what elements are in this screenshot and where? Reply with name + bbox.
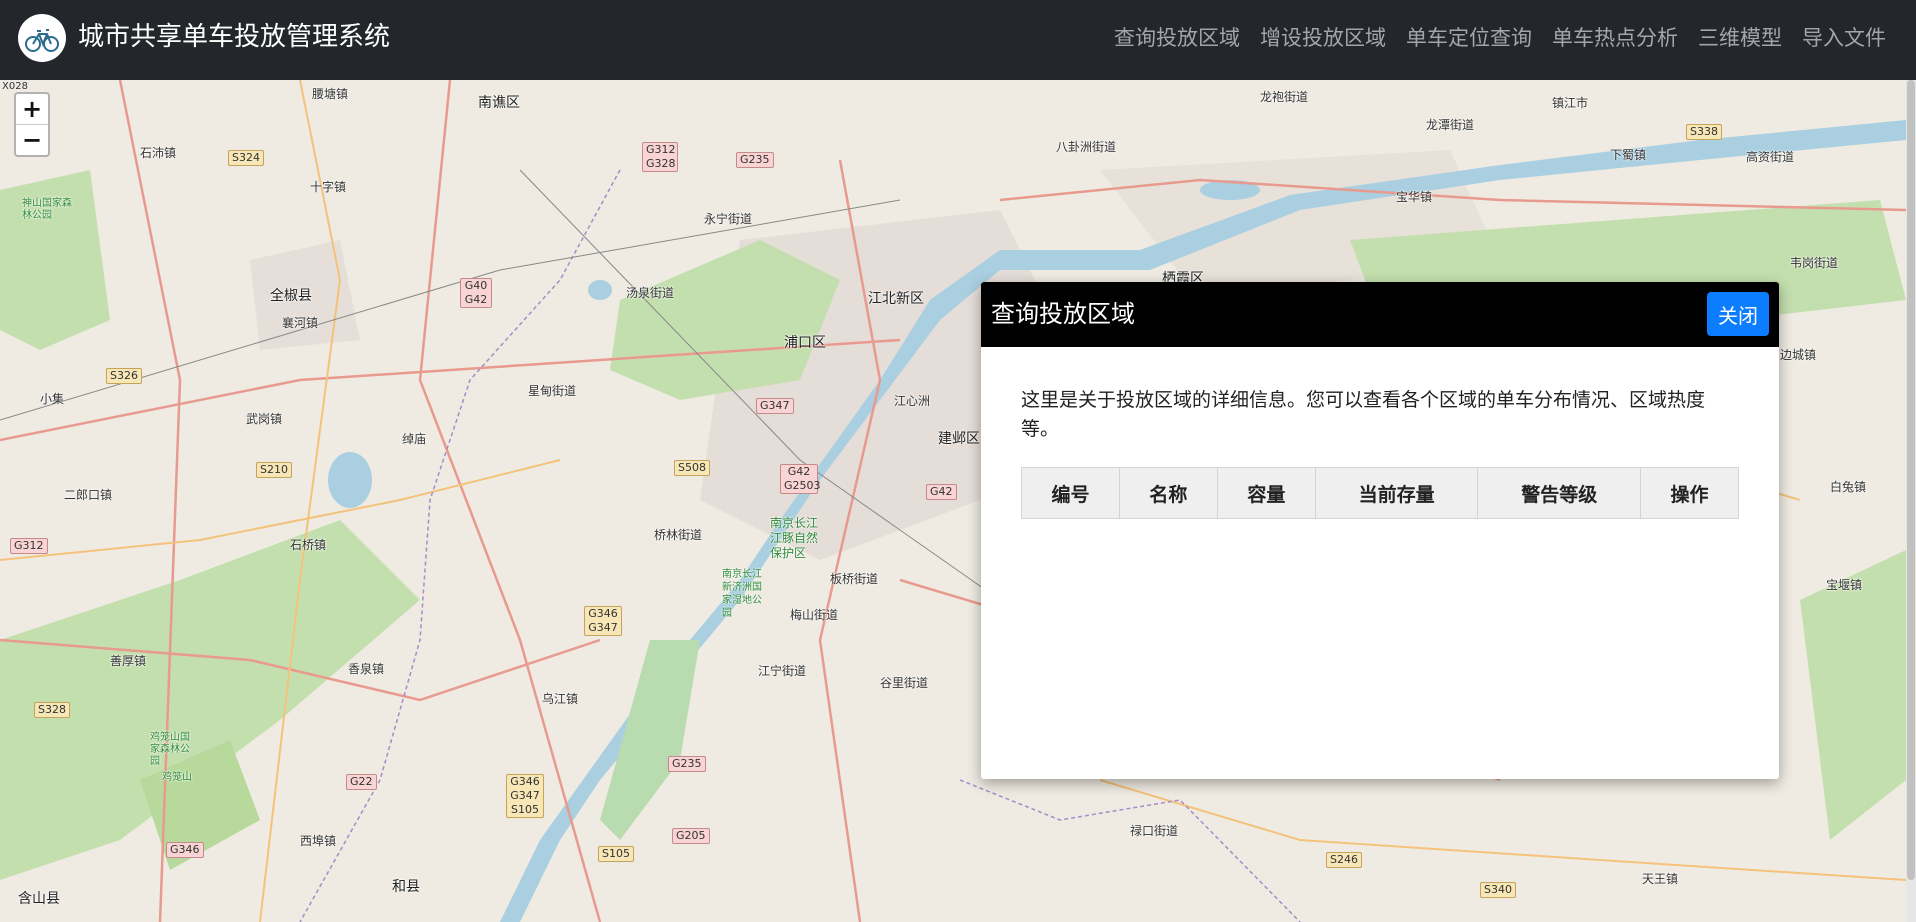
close-button[interactable]: 关闭	[1707, 292, 1769, 336]
road-shield: G42 G2503	[780, 464, 821, 494]
road-shield: G312 G328	[642, 142, 678, 172]
nav-add-zone[interactable]: 增设投放区域	[1260, 22, 1386, 52]
top-navbar: 城市共享单车投放管理系统 查询投放区域 增设投放区域 单车定位查询 单车热点分析…	[0, 0, 1916, 80]
map-place-label: 禄口街道	[1130, 824, 1179, 838]
query-zones-modal: 查询投放区域 关闭 这里是关于投放区域的详细信息。您可以查看各个区域的单车分布情…	[981, 282, 1779, 779]
map-place-label: 宝堰镇	[1826, 578, 1863, 592]
map-place-label: 二郎口镇	[64, 488, 113, 502]
map-place-label: 江宁街道	[758, 664, 807, 678]
road-shield: S338	[1686, 124, 1722, 140]
col-capacity-header: 容量	[1216, 467, 1316, 519]
map-place-label: 板桥街道	[830, 572, 879, 586]
zoom-in-button[interactable]: +	[16, 94, 48, 124]
road-shield: G22	[346, 774, 377, 790]
nav-menu: 查询投放区域 增设投放区域 单车定位查询 单车热点分析 三维模型 导入文件	[1114, 18, 1886, 56]
map-place-label: 龙潭街道	[1426, 118, 1475, 132]
map-place-label: 建邺区	[938, 431, 980, 447]
bicycle-logo-icon	[18, 14, 66, 62]
map-place-label: 香泉镇	[348, 662, 385, 676]
road-shield: S246	[1326, 852, 1362, 868]
map-place-label: 白兔镇	[1830, 480, 1867, 494]
map-place-label: 梅山街道	[790, 608, 839, 622]
map-place-label: 石沛镇	[140, 146, 177, 160]
map-place-label: 龙袍街道	[1260, 90, 1309, 104]
zoom-out-button[interactable]: −	[16, 124, 48, 155]
road-shield: S105	[598, 846, 634, 862]
road-shield: S210	[256, 462, 292, 478]
map-place-label: 桥林街道	[654, 528, 703, 542]
road-shield: G42	[926, 484, 957, 500]
map-place-label: 善厚镇	[110, 654, 147, 668]
nav-hotspot-analysis[interactable]: 单车热点分析	[1552, 22, 1678, 52]
map-place-label: 边城镇	[1780, 348, 1817, 362]
road-shield: G235	[668, 756, 706, 772]
map-place-label: 汤泉街道	[626, 286, 675, 300]
map-place-label: 石桥镇	[290, 538, 327, 552]
map-place-label: 高资街道	[1746, 150, 1795, 164]
map-place-label: 八卦洲街道	[1056, 140, 1117, 154]
modal-title: 查询投放区域	[991, 300, 1135, 328]
page-scrollbar[interactable]	[1906, 80, 1916, 922]
map-place-label: 宝华镇	[1396, 190, 1433, 204]
road-shield: S340	[1480, 882, 1516, 898]
map-place-label: 武岗镇	[246, 412, 283, 426]
map-place-label: 襄河镇	[282, 316, 319, 330]
road-shield: S324	[228, 150, 264, 166]
modal-description: 这里是关于投放区域的详细信息。您可以查看各个区域的单车分布情况、区域热度等。	[1021, 389, 1706, 440]
map-place-label: 鸡笼山	[162, 772, 192, 783]
map-place-label: 天王镇	[1642, 872, 1679, 886]
road-shield: G346 G347	[584, 606, 622, 636]
map-place-label: 西埠镇	[300, 834, 337, 848]
road-shield: G346 G347 S105	[506, 774, 544, 818]
map-place-label: 南谯区	[478, 95, 520, 111]
road-shield: G235	[736, 152, 774, 168]
zoom-control: + −	[14, 92, 50, 157]
modal-header: 查询投放区域 关闭	[981, 282, 1779, 347]
road-shield: S326	[106, 368, 142, 384]
road-shield: G347	[756, 398, 794, 414]
road-shield: G40 G42	[460, 278, 492, 308]
zone-table: 编号 名称 容量 当前存量 警告等级 操作	[1021, 467, 1739, 519]
col-name-header: 名称	[1118, 467, 1218, 519]
road-shield: S508	[674, 460, 710, 476]
nav-import-file[interactable]: 导入文件	[1802, 22, 1886, 52]
scrollbar-thumb[interactable]	[1907, 80, 1915, 880]
map-place-label: 绰庙	[402, 432, 427, 446]
col-warning-level-header: 警告等级	[1477, 467, 1642, 519]
map-place-label: 和县	[392, 879, 420, 895]
map-place-label: 南京长江新济洲国家湿地公园	[722, 569, 762, 619]
map-place-label: 腰塘镇	[312, 87, 349, 101]
map-place-label: 小集	[40, 392, 65, 406]
map-place-label: 谷里街道	[880, 676, 929, 690]
map-place-label: 江心洲	[894, 394, 931, 408]
col-current-stock-header: 当前存量	[1314, 467, 1479, 519]
nav-3d-model[interactable]: 三维模型	[1698, 22, 1782, 52]
map-place-label: 浦口区	[784, 335, 826, 351]
map-place-label: 十字镇	[310, 180, 347, 194]
col-actions-header: 操作	[1640, 467, 1739, 519]
app-title: 城市共享单车投放管理系统	[78, 22, 391, 52]
map-place-label: 下蜀镇	[1610, 148, 1647, 162]
map-place-label: 神山国家森林公园	[22, 198, 72, 221]
table-header-row: 编号 名称 容量 当前存量 警告等级 操作	[1021, 467, 1739, 519]
map-corner-label: X028	[2, 81, 28, 92]
nav-query-zones[interactable]: 查询投放区域	[1114, 22, 1240, 52]
map-place-label: 韦岗街道	[1790, 256, 1839, 270]
col-id-header: 编号	[1021, 467, 1120, 519]
map-place-label: 乌江镇	[542, 692, 579, 706]
road-shield: G346	[166, 842, 204, 858]
nav-bike-location[interactable]: 单车定位查询	[1406, 22, 1532, 52]
map-place-label: 南京长江江豚自然保护区	[770, 516, 819, 560]
map-place-label: 永宁街道	[704, 212, 753, 226]
road-shield: G312	[10, 538, 48, 554]
map-place-label: 鸡笼山国家森林公园	[150, 732, 190, 767]
map-place-label: 江北新区	[868, 291, 924, 307]
map-place-label: 含山县	[18, 891, 60, 907]
road-shield: S328	[34, 702, 70, 718]
map-place-label: 星甸街道	[528, 384, 577, 398]
road-shield: G205	[672, 828, 710, 844]
map-place-label: 全椒县	[270, 288, 312, 304]
map-place-label: 镇江市	[1552, 96, 1589, 110]
